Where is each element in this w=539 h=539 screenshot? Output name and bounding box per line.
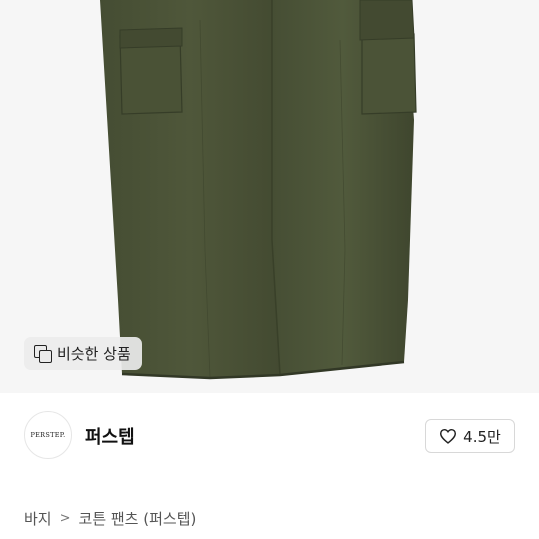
- like-button[interactable]: 4.5만: [425, 419, 515, 453]
- product-page: 비슷한 상품 PERSTEP. 퍼스텝 4.5만 바지 > 코튼 팬츠 (퍼스텝…: [0, 0, 539, 539]
- similar-items-icon: [34, 345, 52, 363]
- shop-logo[interactable]: PERSTEP.: [24, 411, 72, 459]
- heart-icon: [440, 428, 457, 444]
- shop-row: PERSTEP. 퍼스텝 4.5만: [0, 393, 539, 481]
- similar-products-label: 비슷한 상품: [57, 345, 131, 363]
- shop-name[interactable]: 퍼스텝: [85, 423, 135, 449]
- breadcrumb-product[interactable]: 코튼 팬츠 (퍼스텝): [79, 508, 197, 529]
- pants-illustration: [100, 0, 417, 380]
- product-image[interactable]: 비슷한 상품: [0, 0, 539, 393]
- like-count: 4.5만: [463, 427, 501, 446]
- chevron-right-icon: >: [59, 511, 71, 526]
- breadcrumb-category[interactable]: 바지: [24, 508, 52, 529]
- shop-logo-text: PERSTEP.: [30, 431, 66, 439]
- similar-products-button[interactable]: 비슷한 상품: [24, 337, 142, 370]
- breadcrumb: 바지 > 코튼 팬츠 (퍼스텝): [24, 508, 196, 529]
